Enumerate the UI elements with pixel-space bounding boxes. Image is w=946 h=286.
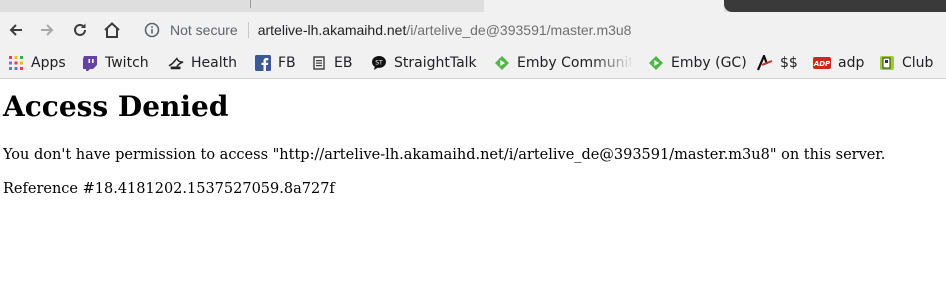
- forward-button[interactable]: [34, 18, 60, 42]
- reload-icon: [74, 23, 86, 36]
- document-icon: [311, 55, 327, 71]
- facebook-icon: [255, 55, 271, 71]
- info-icon[interactable]: [144, 22, 160, 38]
- tab-separator: [250, 0, 251, 8]
- bookmark-label: Emby (GC): [671, 55, 747, 71]
- url-host[interactable]: artelive-lh.akamaihd.net: [258, 22, 407, 38]
- bookmark-label: Twitch: [105, 55, 149, 71]
- bookmark-label: $$: [780, 55, 798, 71]
- home-button[interactable]: [99, 18, 125, 42]
- bookmark-straighttalk[interactable]: ST StraightTalk: [371, 48, 477, 78]
- forward-arrow-icon: [41, 24, 54, 36]
- back-arrow-icon: [9, 24, 22, 36]
- dollar-site-icon: [757, 55, 773, 71]
- bookmark-label: FB: [278, 55, 296, 71]
- tab-strip: [0, 0, 946, 12]
- twitch-icon: [82, 55, 98, 71]
- address-bar-divider: [247, 22, 249, 38]
- page-title: Access Denied: [3, 90, 229, 123]
- bookmark-label: adp: [838, 55, 865, 71]
- address-bar[interactable]: Not secure artelive-lh.akamaihd.net/i/ar…: [134, 15, 934, 45]
- bookmark-dollars[interactable]: $$: [757, 48, 798, 78]
- bookmark-fb[interactable]: FB: [255, 48, 296, 78]
- straighttalk-icon: ST: [371, 55, 387, 71]
- tab-strip-right-area: [724, 0, 946, 12]
- bookmark-label: EB: [334, 55, 353, 71]
- bookmark-label: Apps: [31, 55, 66, 71]
- home-icon: [104, 22, 120, 38]
- bookmark-label: Club: [902, 55, 934, 71]
- bookmarks-bar: Apps Twitch Health FB EB ST StraightTalk: [0, 48, 946, 79]
- reference-id: Reference #18.4181202.1537527059.8a727f: [3, 181, 335, 197]
- health-icon: [168, 55, 184, 71]
- svg-text:ADP: ADP: [813, 60, 831, 68]
- reload-button[interactable]: [67, 18, 93, 42]
- bookmark-apps[interactable]: Apps: [8, 48, 66, 78]
- error-message: You don't have permission to access "htt…: [3, 147, 886, 163]
- bookmark-eb[interactable]: EB: [311, 48, 352, 78]
- back-button[interactable]: [3, 18, 29, 42]
- security-status-label[interactable]: Not secure: [170, 22, 238, 38]
- bookmark-health[interactable]: Health: [168, 48, 237, 78]
- browser-toolbar: Not secure artelive-lh.akamaihd.net/i/ar…: [0, 12, 946, 48]
- page-content: Access Denied You don't have permission …: [3, 82, 943, 198]
- url-path[interactable]: /i/artelive_de@393591/master.m3u8: [406, 22, 631, 38]
- active-tab[interactable]: [484, 0, 724, 12]
- bookmark-label: StraightTalk: [394, 55, 477, 71]
- emby-icon: [494, 55, 510, 71]
- apps-grid-icon: [8, 55, 24, 71]
- bookmark-club[interactable]: Club: [879, 48, 933, 78]
- adp-icon: ADP: [813, 55, 831, 71]
- emby-icon: [648, 55, 664, 71]
- bookmark-label: Health: [191, 55, 237, 71]
- bookmark-adp[interactable]: ADP adp: [813, 48, 864, 78]
- bookmark-emby-gc[interactable]: Emby (GC): [648, 48, 747, 78]
- bookmark-emby-community[interactable]: Emby Communit: [494, 48, 634, 78]
- bookmark-twitch[interactable]: Twitch: [82, 48, 149, 78]
- svg-text:ST: ST: [375, 60, 383, 67]
- club-icon: [879, 55, 895, 71]
- bookmark-label: Emby Communit: [517, 55, 634, 71]
